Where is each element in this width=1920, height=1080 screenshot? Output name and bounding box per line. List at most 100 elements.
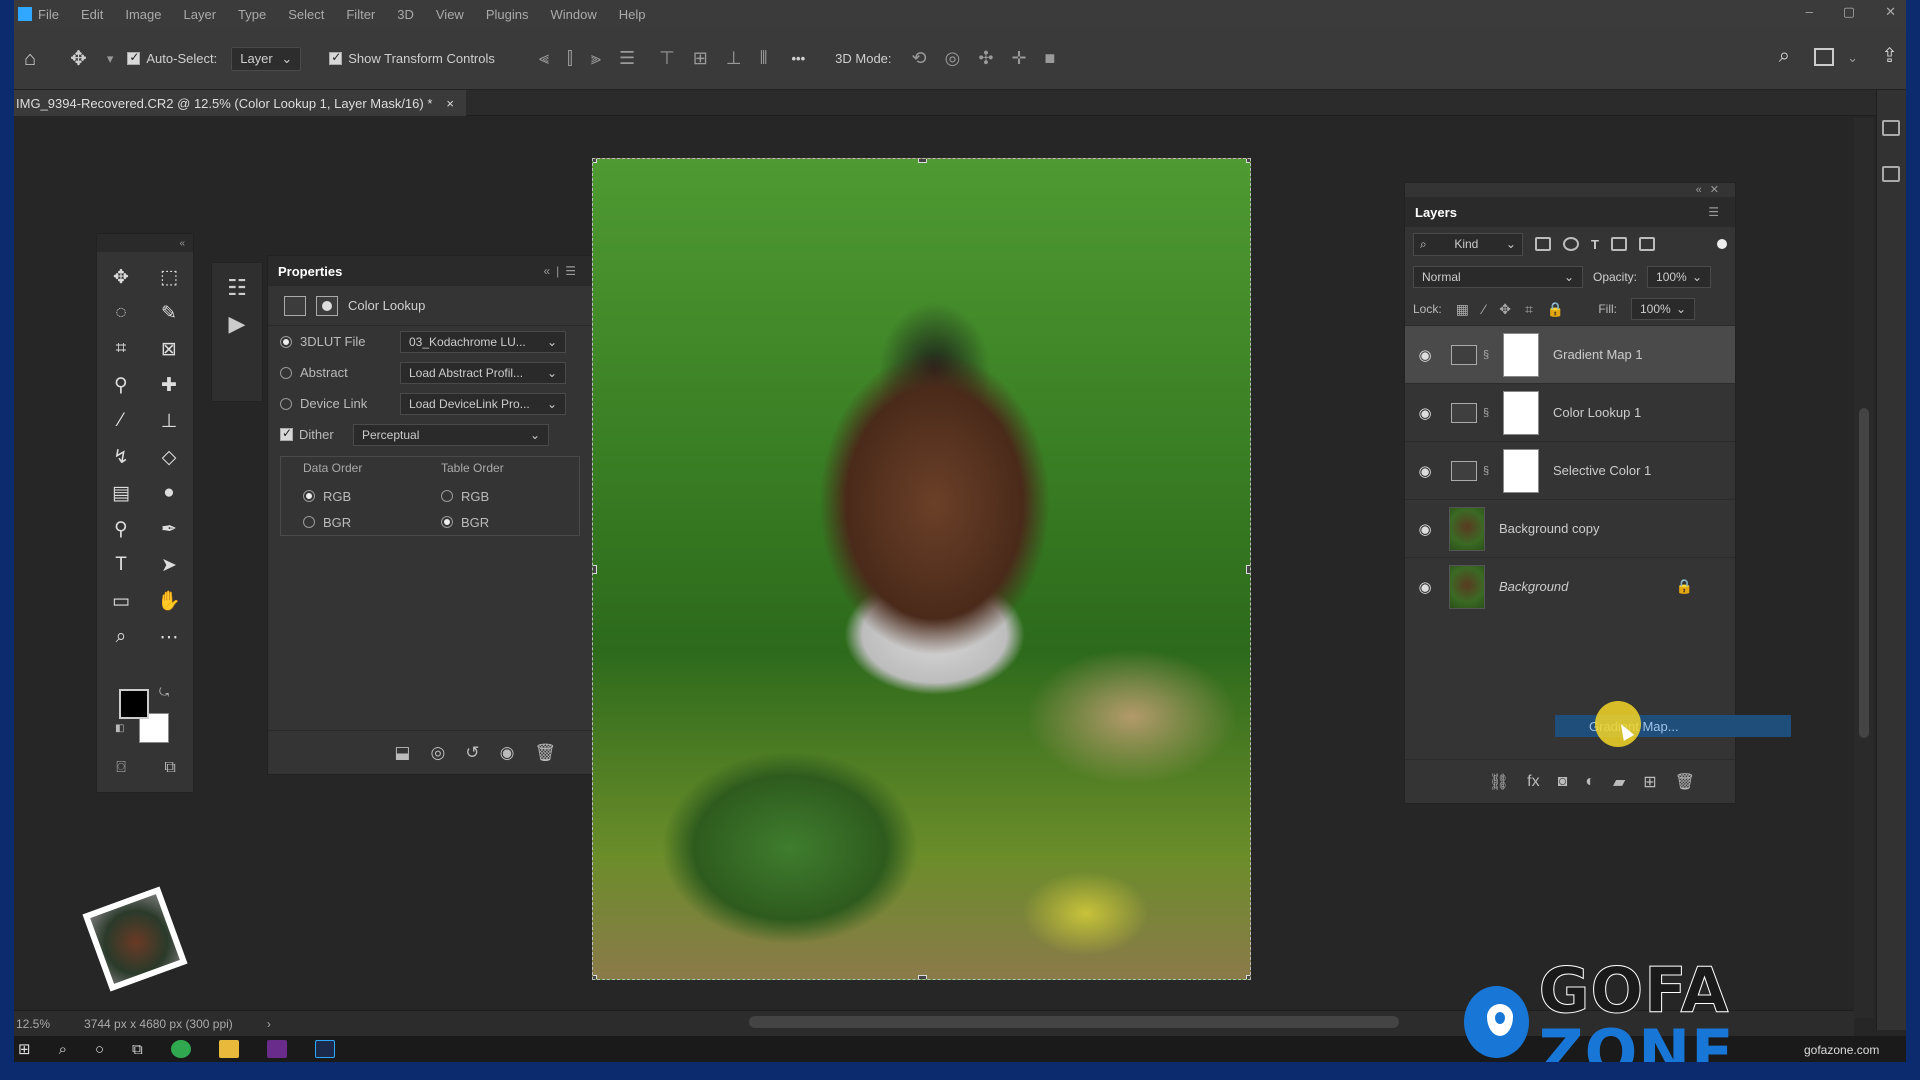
link-chain-icon[interactable]: §	[1483, 465, 1495, 477]
3d-pan-icon[interactable]: ✣	[978, 48, 993, 69]
opacity-field[interactable]: 100% ⌄	[1647, 266, 1712, 288]
lock-artboard-icon[interactable]: ⌗	[1525, 301, 1533, 318]
fill-field[interactable]: 100% ⌄	[1631, 298, 1695, 320]
layer-row[interactable]: ◉ Background copy	[1405, 499, 1735, 557]
delete-layer-icon[interactable]: 🗑	[1675, 772, 1695, 792]
visibility-eye-icon[interactable]: ◉	[1405, 462, 1445, 480]
menu-3d[interactable]: 3D	[397, 7, 414, 22]
menu-plugins[interactable]: Plugins	[486, 7, 529, 22]
filter-smart-object-icon[interactable]	[1638, 237, 1655, 251]
abstract-radio[interactable]	[280, 366, 292, 379]
panel-collapse-icon[interactable]: «✕	[1696, 183, 1727, 196]
transform-handle[interactable]	[1246, 159, 1250, 163]
path-select-icon[interactable]: ➤	[145, 552, 193, 578]
menu-help[interactable]: Help	[619, 7, 646, 22]
transform-handle[interactable]	[593, 565, 597, 574]
dither-checkbox[interactable]	[280, 426, 293, 441]
align-middle-icon[interactable]: ⊞	[693, 48, 708, 69]
taskbar-premiere-icon[interactable]	[266, 1040, 287, 1058]
move-tool-icon[interactable]: ✥	[70, 49, 87, 69]
dock-panel-icon-2[interactable]	[1882, 166, 1900, 182]
rectangle-tool-icon[interactable]: ▭	[97, 588, 145, 614]
lasso-tool-icon[interactable]: ◌	[97, 300, 145, 326]
3d-orbit-icon[interactable]: ⟲	[912, 48, 927, 69]
taskbar-cortana-icon[interactable]: ○	[95, 1041, 104, 1058]
taskbar-folder-icon[interactable]	[218, 1040, 239, 1058]
distribute-vertical-icon[interactable]: ☰	[619, 48, 635, 69]
link-layers-icon[interactable]: ⛓	[1489, 772, 1509, 792]
auto-select-checkbox[interactable]	[127, 50, 141, 65]
layer-mask-thumbnail[interactable]	[1503, 448, 1539, 493]
actions-play-icon[interactable]: ▶	[212, 313, 262, 335]
align-bottom-icon[interactable]: ⊥	[726, 48, 742, 69]
foreground-color-swatch[interactable]	[119, 689, 149, 719]
taskbar-taskview-icon[interactable]: ⧉	[132, 1041, 143, 1058]
visibility-eye-icon[interactable]: ◉	[1405, 520, 1445, 538]
layer-kind-filter[interactable]: ⌕ Kind ⌄	[1413, 232, 1523, 256]
eraser-tool-icon[interactable]: ◇	[145, 444, 193, 470]
menu-view[interactable]: View	[436, 7, 464, 22]
3d-roll-icon[interactable]: ◎	[945, 48, 961, 69]
lock-all-icon[interactable]: 🔒	[1547, 301, 1564, 318]
menu-type[interactable]: Type	[238, 7, 266, 22]
reset-icon[interactable]: ↺	[465, 743, 479, 763]
close-tab-icon[interactable]: ×	[446, 96, 454, 111]
device-link-dropdown[interactable]: Load DeviceLink Pro... ⌄	[400, 392, 566, 415]
dock-panel-icon[interactable]	[1882, 120, 1900, 136]
gradient-tool-icon[interactable]: ▤	[97, 480, 145, 506]
properties-tab[interactable]: Properties	[278, 264, 342, 279]
stamp-tool-icon[interactable]: ⊥	[145, 408, 193, 434]
auto-select-target-dropdown[interactable]: Layer ⌄	[231, 46, 302, 71]
crop-tool-icon[interactable]: ⌗	[97, 336, 145, 362]
filter-type-icon[interactable]: T	[1591, 237, 1599, 252]
3d-slide-icon[interactable]: ✛	[1011, 48, 1026, 69]
transform-handle[interactable]	[918, 159, 927, 163]
menu-select[interactable]: Select	[288, 7, 324, 22]
document-info[interactable]: 3744 px x 4680 px (300 ppi)	[84, 1017, 233, 1031]
taskbar-search-icon[interactable]: ⌕	[59, 1041, 67, 1058]
table-order-rgb[interactable]: RGB	[441, 483, 561, 509]
new-adjustment-icon[interactable]: ◐	[1585, 773, 1595, 791]
taskbar-chrome-icon[interactable]	[170, 1040, 191, 1058]
blur-tool-icon[interactable]: ●	[145, 480, 193, 506]
visibility-eye-icon[interactable]: ◉	[1405, 346, 1445, 364]
data-order-rgb[interactable]: RGB	[303, 483, 423, 509]
default-colors-icon[interactable]: ◧	[115, 723, 124, 734]
screen-mode-icon[interactable]: ⧉	[164, 759, 175, 777]
layer-row[interactable]: ◉ § Selective Color 1	[1405, 441, 1735, 499]
table-order-rgb-radio[interactable]	[441, 490, 453, 502]
layers-tab[interactable]: Layers	[1415, 205, 1457, 220]
layer-mask-thumbnail[interactable]	[1503, 332, 1539, 377]
3d-camera-icon[interactable]: ■	[1045, 48, 1056, 69]
history-brush-icon[interactable]: ↯	[97, 444, 145, 470]
menu-edit[interactable]: Edit	[81, 7, 103, 22]
transform-handle[interactable]	[593, 159, 597, 163]
lock-icon[interactable]: 🔒	[1676, 578, 1693, 595]
document-tab[interactable]: IMG_9394-Recovered.CR2 @ 12.5% (Color Lo…	[14, 90, 466, 116]
abstract-dropdown[interactable]: Load Abstract Profil... ⌄	[400, 361, 566, 384]
transform-handle[interactable]	[593, 975, 597, 979]
quick-mask-icon[interactable]: ⌼	[116, 759, 126, 777]
menu-filter[interactable]: Filter	[346, 7, 375, 22]
vertical-scrollbar[interactable]	[1854, 118, 1874, 1018]
lookup-grid-icon[interactable]	[284, 295, 306, 316]
show-transform-checkbox[interactable]	[329, 50, 343, 65]
dither-dropdown[interactable]: Perceptual ⌄	[353, 423, 549, 446]
document-canvas[interactable]	[592, 158, 1251, 980]
lut-file-dropdown[interactable]: 03_Kodachrome LU... ⌄	[400, 330, 566, 353]
more-tools-icon[interactable]: ⋯	[145, 624, 193, 650]
align-center-icon[interactable]: ⫿	[567, 48, 573, 69]
link-chain-icon[interactable]: §	[1483, 349, 1495, 361]
start-button-icon[interactable]: ⊞	[18, 1040, 31, 1058]
lut-file-radio[interactable]	[280, 335, 292, 348]
quick-select-tool-icon[interactable]: ✎	[145, 300, 193, 326]
align-left-icon[interactable]: ⫷	[539, 48, 549, 69]
eyedropper-tool-icon[interactable]: ⚲	[97, 372, 145, 398]
new-layer-icon[interactable]: ⊞	[1643, 772, 1656, 792]
data-order-bgr[interactable]: BGR	[303, 509, 423, 535]
distribute-horizontal-icon[interactable]: ⦀	[760, 48, 768, 69]
data-order-bgr-radio[interactable]	[303, 516, 315, 528]
table-order-bgr-radio[interactable]	[441, 516, 453, 528]
layer-row[interactable]: ◉ § Color Lookup 1	[1405, 383, 1735, 441]
layer-row[interactable]: ◉ Background 🔒	[1405, 557, 1735, 615]
